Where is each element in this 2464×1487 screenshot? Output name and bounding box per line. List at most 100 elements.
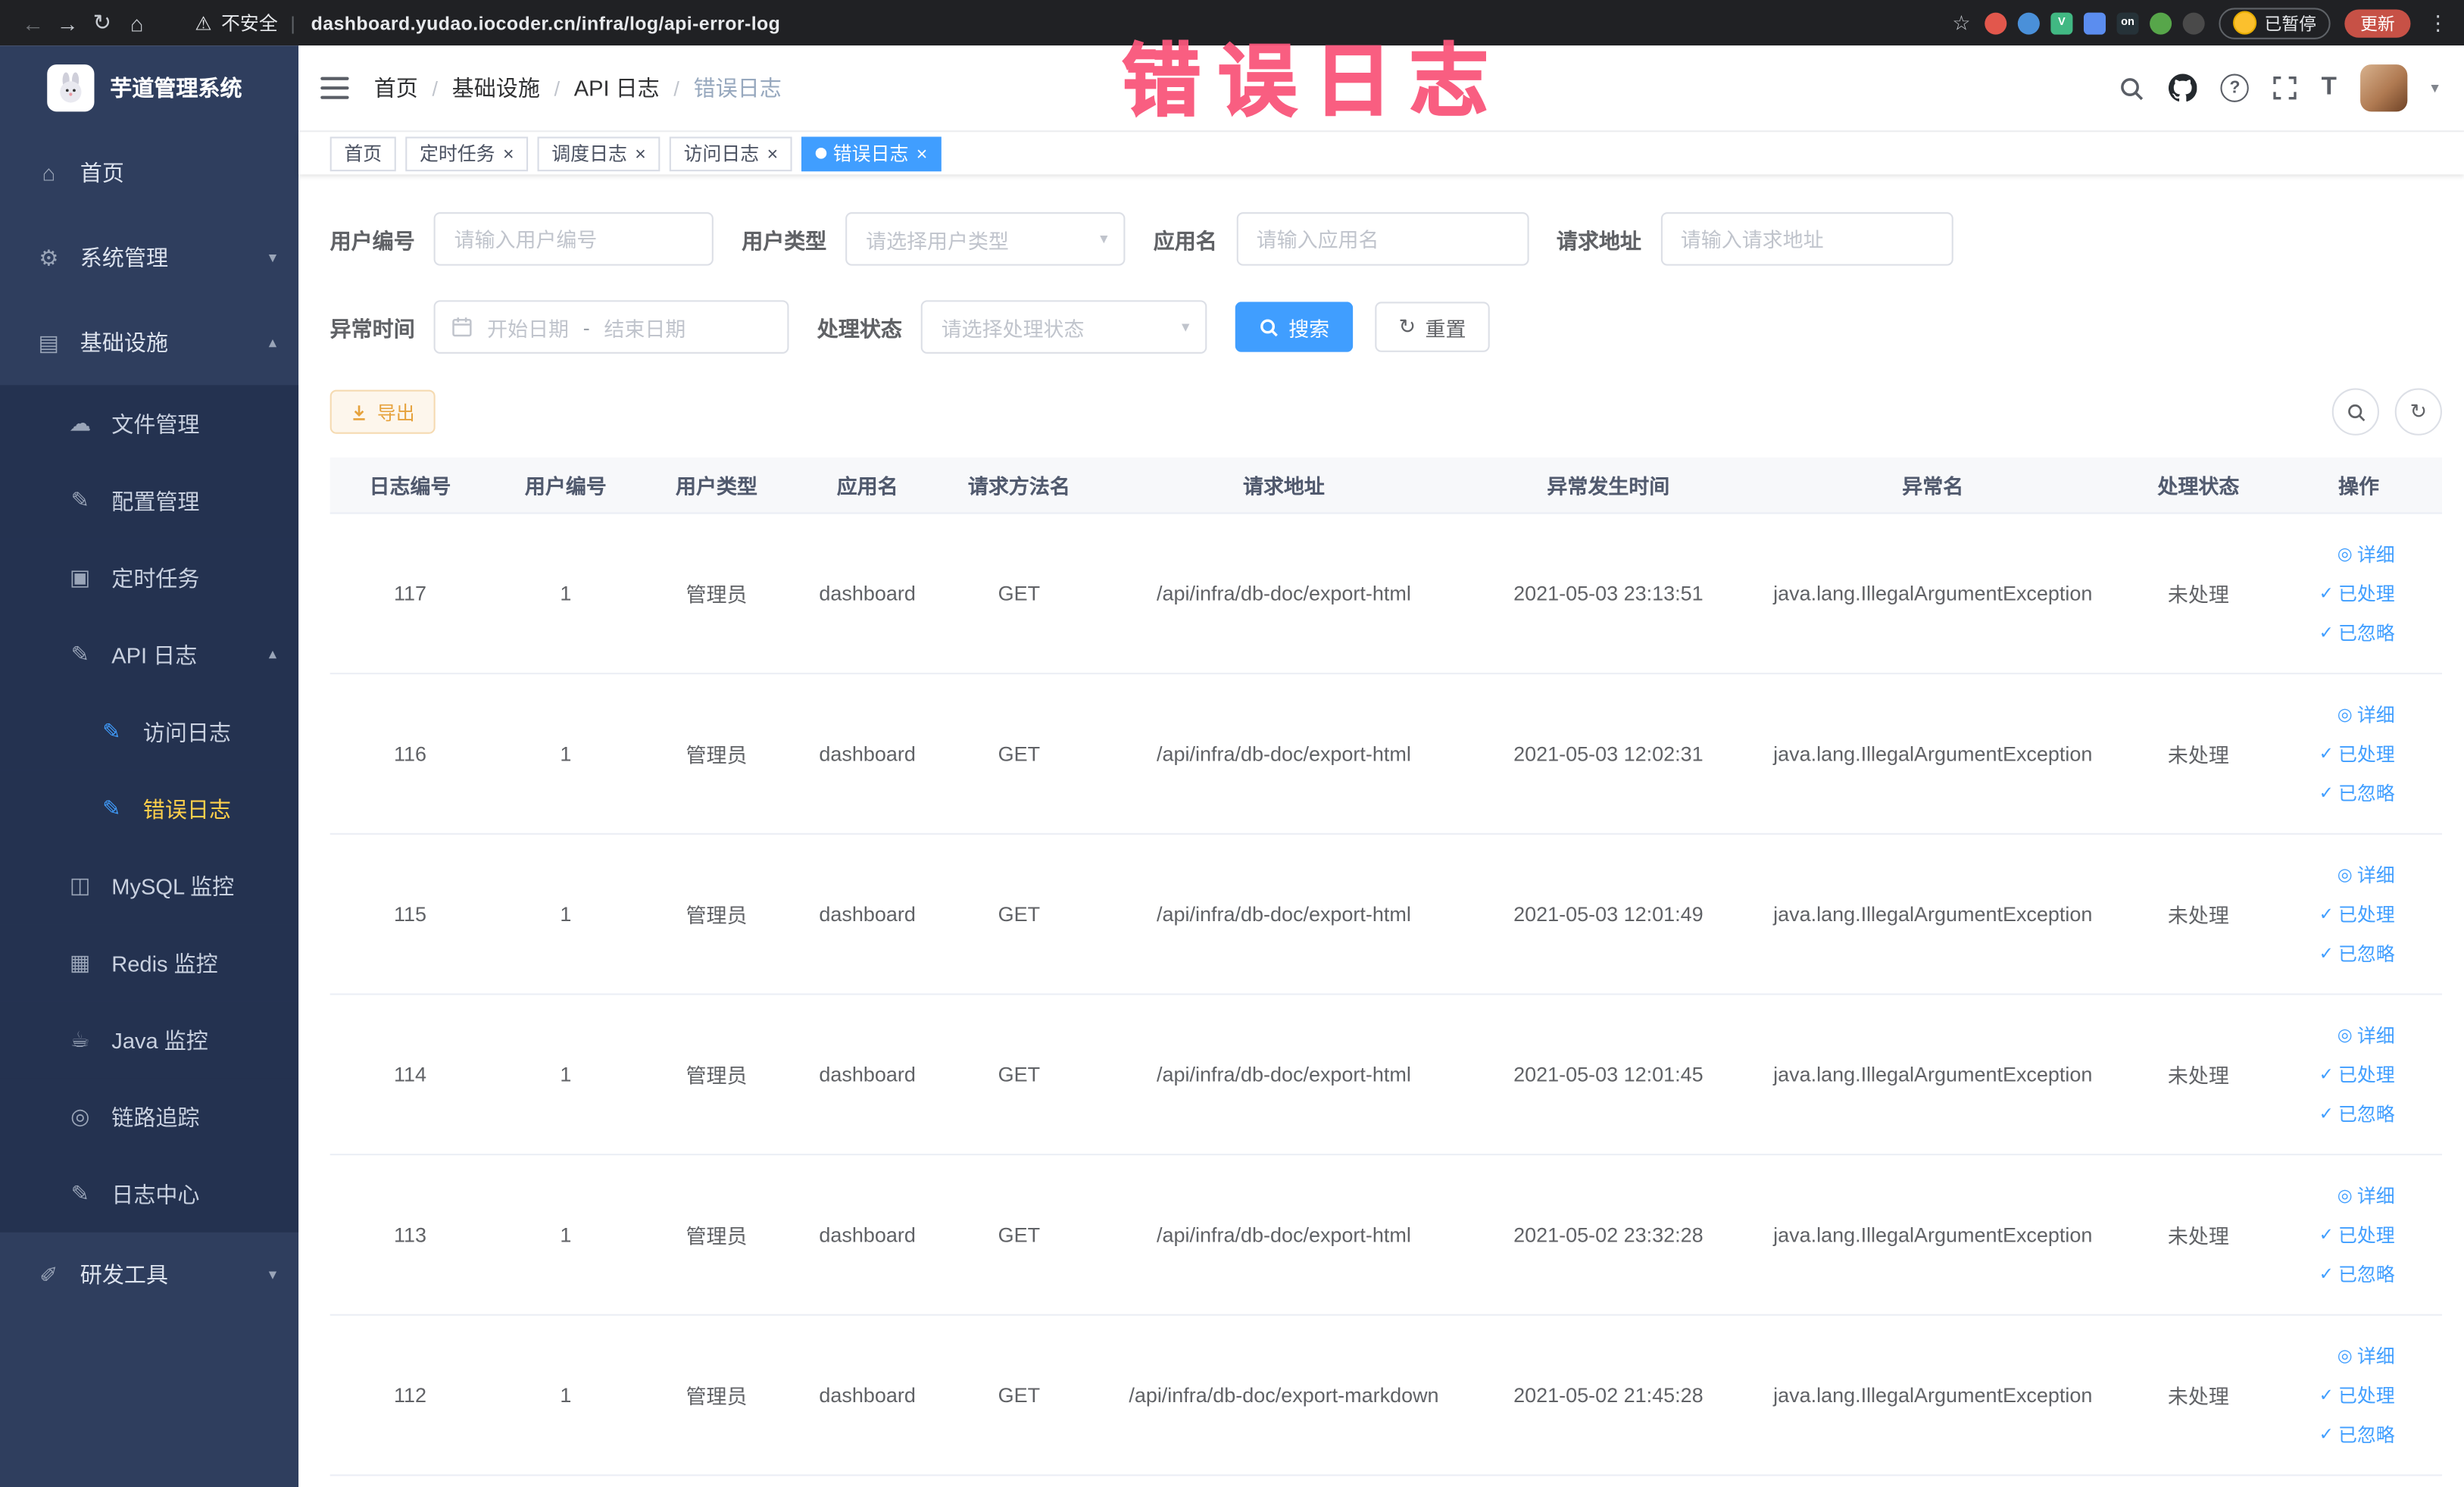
action-processed-link[interactable]: ✓ 已处理 xyxy=(2319,1215,2395,1254)
action-processed-link[interactable]: ✓ 已处理 xyxy=(2319,1376,2395,1415)
check-icon: ✓ xyxy=(2319,784,2334,804)
coffee-icon: ☕ xyxy=(70,1026,90,1052)
extension-on-badge-icon[interactable]: on xyxy=(2116,11,2139,34)
end-date-placeholder: 结束日期 xyxy=(604,317,686,341)
cell-exception-time: 2021-05-03 12:01:49 xyxy=(1513,902,1704,926)
cell-request-url: /api/infra/db-doc/export-html xyxy=(1157,1223,1411,1247)
extension-green-leaf-icon[interactable] xyxy=(2150,11,2172,34)
bookmark-star-icon[interactable]: ☆ xyxy=(1952,10,1970,35)
extension-dark-paw-icon[interactable] xyxy=(2182,11,2205,34)
sidebar-item-access-log[interactable]: ✎ 访问日志 xyxy=(0,693,299,770)
user-avatar[interactable] xyxy=(2360,64,2408,112)
eye-icon: ◎ xyxy=(2337,866,2353,886)
action-processed-link[interactable]: ✓ 已处理 xyxy=(2319,734,2395,773)
action-ignore-link[interactable]: ✓ 已忽略 xyxy=(2319,934,2395,973)
update-button[interactable]: 更新 xyxy=(2344,8,2411,37)
action-detail-link[interactable]: ◎ 详细 xyxy=(2338,1336,2395,1376)
action-ignore-link[interactable]: ✓ 已忽略 xyxy=(2319,1415,2395,1454)
extension-blue-grid-icon[interactable] xyxy=(2083,11,2106,34)
sidebar-item-job[interactable]: ▣ 定时任务 xyxy=(0,539,299,617)
back-icon[interactable]: ← xyxy=(16,10,51,35)
process-status-select[interactable]: 请选择处理状态 ▾ xyxy=(920,300,1207,354)
tab-error-log[interactable]: 错误日志 × xyxy=(801,136,942,171)
cell-method: GET xyxy=(998,581,1041,605)
sidebar-item-api-log[interactable]: ✎ API 日志 ▴ xyxy=(0,616,299,694)
sidebar-item-trace[interactable]: ◎ 链路追踪 xyxy=(0,1078,299,1156)
tab-job-log[interactable]: 调度日志 × xyxy=(537,136,661,171)
address-bar[interactable]: ⚠ 不安全 | dashboard.yudao.iocoder.cn/infra… xyxy=(195,9,1933,36)
action-detail-link[interactable]: ◎ 详细 xyxy=(2338,1015,2395,1054)
action-ignore-link[interactable]: ✓ 已忽略 xyxy=(2319,773,2395,813)
sidebar-item-label: 基础设施 xyxy=(80,330,168,355)
action-detail-link[interactable]: ◎ 详细 xyxy=(2338,695,2395,734)
search-icon xyxy=(1260,318,1278,336)
tab-home[interactable]: 首页 xyxy=(329,136,396,171)
tab-label: 首页 xyxy=(344,142,383,165)
eye-icon: ◎ xyxy=(2337,1026,2353,1045)
user-id-input[interactable] xyxy=(433,212,714,266)
fullscreen-icon[interactable] xyxy=(2272,76,2297,101)
sidebar-item-infra[interactable]: ▤ 基础设施 ▴ xyxy=(0,300,298,385)
table-row: 115 1 管理员 dashboard GET /api/infra/db-do… xyxy=(329,835,2442,995)
sidebar-item-mysql[interactable]: ◫ MySQL 监控 xyxy=(0,847,299,925)
action-processed-link[interactable]: ✓ 已处理 xyxy=(2319,895,2395,934)
breadcrumb-home[interactable]: 首页 xyxy=(374,72,418,104)
action-processed-link[interactable]: ✓ 已处理 xyxy=(2319,1054,2395,1094)
sidebar-item-file[interactable]: ☁ 文件管理 xyxy=(0,385,299,463)
request-url-input[interactable] xyxy=(1660,212,1953,266)
sidebar-item-home[interactable]: ⌂ 首页 xyxy=(0,130,298,215)
sidebar-item-system[interactable]: ⚙ 系统管理 ▾ xyxy=(0,215,298,300)
extension-red-circle-icon[interactable] xyxy=(1985,11,2007,34)
extension-blue-drop-icon[interactable] xyxy=(2017,11,2040,34)
breadcrumb-infra[interactable]: 基础设施 xyxy=(452,72,540,104)
search-icon[interactable] xyxy=(2119,75,2145,102)
action-processed-link[interactable]: ✓ 已处理 xyxy=(2319,573,2395,613)
action-detail-link[interactable]: ◎ 详细 xyxy=(2338,855,2395,895)
action-ignore-link[interactable]: ✓ 已忽略 xyxy=(2319,1094,2395,1133)
close-icon[interactable]: × xyxy=(503,144,514,163)
font-size-icon[interactable]: T xyxy=(2322,74,2337,102)
search-button[interactable]: 搜索 xyxy=(1235,301,1354,352)
export-button[interactable]: 导出 xyxy=(329,389,436,434)
tab-job[interactable]: 定时任务 × xyxy=(405,136,529,171)
sidebar-item-config[interactable]: ✎ 配置管理 xyxy=(0,462,299,539)
action-detail-link[interactable]: ◎ 详细 xyxy=(2338,1176,2395,1215)
chevron-down-icon[interactable]: ▾ xyxy=(2431,80,2438,97)
extension-vue-devtools-icon[interactable]: V xyxy=(2050,11,2073,34)
sidebar-item-log-center[interactable]: ✎ 日志中心 xyxy=(0,1155,299,1232)
action-label: 详细 xyxy=(2356,543,2395,567)
breadcrumb-separator: / xyxy=(554,76,561,100)
refresh-icon[interactable]: ↻ xyxy=(85,9,120,36)
help-icon[interactable]: ? xyxy=(2220,73,2250,102)
sidebar-item-redis[interactable]: ▦ Redis 监控 xyxy=(0,924,299,1001)
close-icon[interactable]: × xyxy=(917,144,928,163)
sidebar-item-java[interactable]: ☕ Java 监控 xyxy=(0,1001,299,1079)
sidebar-item-dev-tools[interactable]: ✐ 研发工具 ▾ xyxy=(0,1232,298,1317)
sidebar-item-error-log[interactable]: ✎ 错误日志 xyxy=(0,770,299,848)
github-icon[interactable] xyxy=(2169,73,2197,102)
reset-button[interactable]: ↻ 重置 xyxy=(1375,301,1490,352)
forward-icon[interactable]: → xyxy=(50,10,85,35)
select-placeholder: 请选择用户类型 xyxy=(866,228,1009,253)
action-ignore-link[interactable]: ✓ 已忽略 xyxy=(2319,1254,2395,1294)
app-logo-row[interactable]: 芋道管理系统 xyxy=(0,45,298,130)
close-icon[interactable]: × xyxy=(635,144,646,163)
tab-access-log[interactable]: 访问日志 × xyxy=(669,136,792,171)
close-icon[interactable]: × xyxy=(767,144,779,163)
app-name-input[interactable] xyxy=(1235,212,1529,266)
toggle-search-button[interactable] xyxy=(2331,388,2379,436)
action-detail-link[interactable]: ◎ 详细 xyxy=(2338,535,2395,574)
action-ignore-link[interactable]: ✓ 已忽略 xyxy=(2319,613,2395,652)
kebab-menu-icon[interactable]: ⋮ xyxy=(2428,10,2448,35)
exception-time-range-picker[interactable]: 开始日期 - 结束日期 xyxy=(433,300,789,354)
sidebar-item-label: MySQL 监控 xyxy=(111,873,235,898)
user-type-select[interactable]: 请选择用户类型 ▾ xyxy=(845,212,1126,266)
hamburger-icon[interactable] xyxy=(320,77,349,99)
breadcrumb-api-log[interactable]: API 日志 xyxy=(574,72,660,104)
home-icon[interactable]: ⌂ xyxy=(120,10,155,35)
cell-app-name: dashboard xyxy=(819,1383,916,1407)
active-dot xyxy=(815,148,827,159)
cell-exception-name: java.lang.IllegalArgumentException xyxy=(1773,1062,2093,1086)
profile-paused-badge[interactable]: 已暂停 xyxy=(2219,7,2331,39)
refresh-table-button[interactable]: ↻ xyxy=(2394,388,2442,436)
